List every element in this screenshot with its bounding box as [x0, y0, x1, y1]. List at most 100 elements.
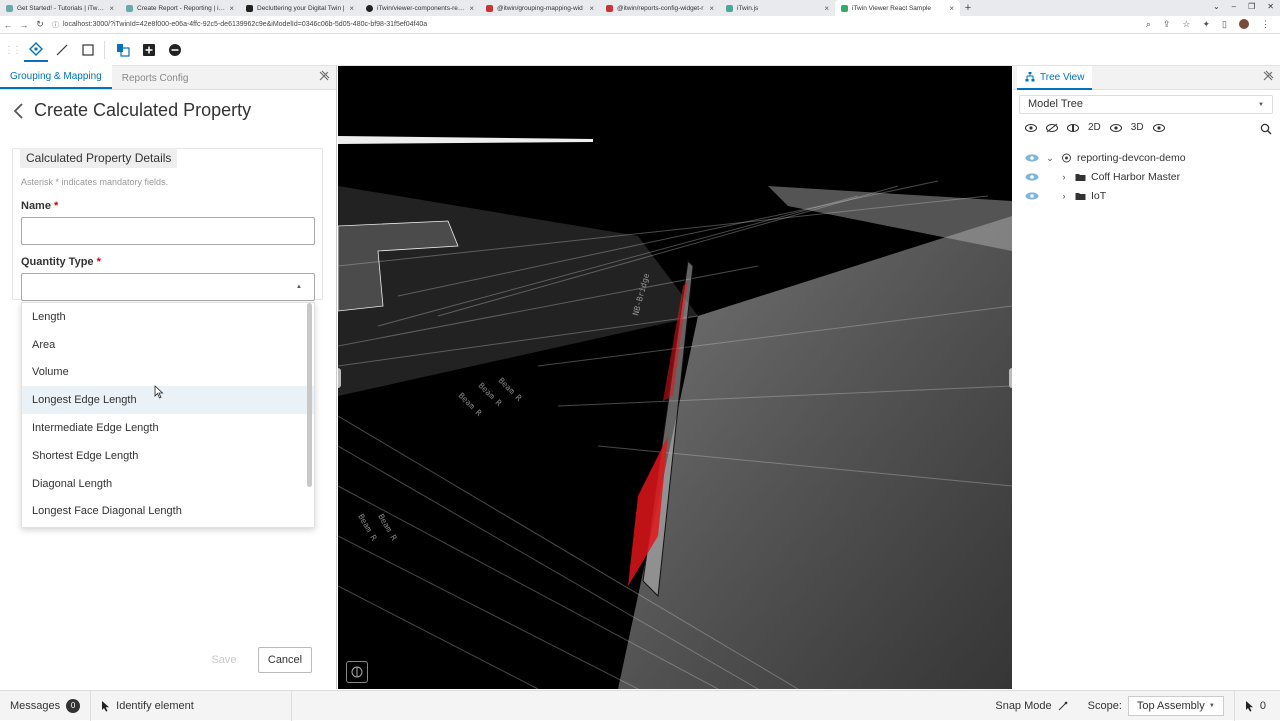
close-tab-icon[interactable]: ×	[589, 4, 594, 13]
close-tab-icon[interactable]: ×	[109, 4, 114, 13]
scope-select[interactable]: Top Assembly ▼	[1127, 695, 1224, 716]
toggle-3d-button[interactable]: 3D	[1131, 122, 1144, 133]
close-tab-icon[interactable]: ×	[709, 4, 714, 13]
menu-option-intermediate-edge-length[interactable]: Intermediate Edge Length	[22, 414, 314, 442]
browser-tab[interactable]: Decluttering your Digital Twin | ×	[240, 0, 360, 16]
add-button[interactable]	[137, 38, 161, 62]
zoom-icon[interactable]: ⌕	[1146, 19, 1151, 30]
favicon-icon	[841, 4, 848, 12]
menu-option-diagonal-length[interactable]: Diagonal Length	[22, 470, 314, 498]
pin-panel-icon[interactable]	[318, 70, 330, 82]
menu-option-longest-face-diagonal-length[interactable]: Longest Face Diagonal Length	[22, 498, 314, 526]
scope-label: Scope:	[1087, 699, 1122, 712]
quantity-type-menu: Length Area Volume Longest Edge Length I…	[21, 302, 315, 528]
menu-option-volume[interactable]: Volume	[22, 359, 314, 387]
close-window-icon[interactable]: ✕	[1267, 2, 1274, 11]
visibility-eye-icon[interactable]	[1025, 173, 1039, 181]
snap-mode-field[interactable]: Snap Mode	[985, 691, 1077, 721]
save-button[interactable]: Save	[201, 647, 247, 673]
hide-all-icon[interactable]	[1046, 123, 1058, 133]
tool-assistance[interactable]: Identify element	[91, 691, 291, 721]
forward-icon[interactable]: →	[16, 20, 32, 30]
page-title: Create Calculated Property	[34, 100, 252, 120]
browser-tab[interactable]: @itwin/reports-config-widget-r ×	[600, 0, 720, 16]
tree-type-select[interactable]: Model Tree ▼	[1019, 95, 1273, 114]
menu-icon[interactable]: ⋮	[1261, 19, 1270, 30]
tab-tree-view[interactable]: Tree View	[1017, 66, 1093, 90]
drag-handle-icon[interactable]: ⋮⋮	[4, 45, 22, 56]
favicon-icon	[126, 4, 133, 12]
view-2d-eye-icon[interactable]	[1109, 123, 1122, 132]
back-icon[interactable]: ←	[0, 20, 16, 30]
menu-option-length[interactable]: Length	[22, 303, 314, 331]
close-tab-icon[interactable]: ×	[469, 4, 474, 13]
browser-tab[interactable]: iTwin/viewer-components-react ×	[360, 0, 480, 16]
menu-option-longest-edge-length[interactable]: Longest Edge Length	[22, 386, 314, 415]
visibility-eye-icon[interactable]	[1025, 154, 1039, 162]
quantity-type-select[interactable]: ▲	[21, 273, 315, 301]
extensions-icon[interactable]: ✦	[1203, 19, 1211, 30]
quantity-type-label: Quantity Type *	[21, 256, 101, 268]
address-bar: ← → ↻ ⓘ localhost:3000/?iTwinId=42e8f000…	[0, 16, 1280, 34]
close-tab-icon[interactable]: ×	[349, 4, 354, 13]
pin-panel-icon[interactable]	[1262, 70, 1274, 82]
back-chevron-icon[interactable]	[12, 102, 26, 120]
close-tab-icon[interactable]: ×	[949, 4, 954, 13]
clip-tool-button[interactable]	[76, 38, 100, 62]
tab-reports-config[interactable]: Reports Config	[112, 73, 199, 89]
tree-node[interactable]: ⌄ reporting-devcon-demo	[1025, 149, 1186, 167]
browser-actions: ⌕ ⇪ ☆ ✦ ▯ ⋮	[1146, 19, 1270, 30]
chevron-right-icon[interactable]: ›	[1059, 191, 1069, 201]
select-tool-button[interactable]	[24, 38, 48, 62]
right-panel-resize-handle[interactable]	[1009, 368, 1012, 388]
folder-icon	[1075, 193, 1086, 200]
3d-viewport[interactable]: Beam R Beam R Beam R Beam R Beam R NB-Br…	[338, 66, 1012, 689]
tab-grouping-mapping[interactable]: Grouping & Mapping	[0, 65, 112, 89]
menu-scrollbar[interactable]	[307, 303, 312, 487]
show-all-icon[interactable]	[1025, 123, 1037, 132]
toggle-2d-button[interactable]: 2D	[1088, 122, 1101, 133]
chevron-right-icon[interactable]: ›	[1059, 172, 1069, 182]
maximize-icon[interactable]: ❐	[1248, 2, 1255, 11]
cancel-button[interactable]: Cancel	[258, 647, 312, 673]
measure-line-icon	[56, 44, 68, 56]
browser-tab[interactable]: @itwin/grouping-mapping-wid ×	[480, 0, 600, 16]
reload-icon[interactable]: ↻	[32, 19, 48, 30]
browser-tab[interactable]: Get Started! - Tutorials | iTwin Pl ×	[0, 0, 120, 16]
new-tab-button[interactable]: +	[960, 0, 976, 16]
selection-count[interactable]: 0	[1235, 691, 1280, 721]
url-field[interactable]: ⓘ localhost:3000/?iTwinId=42e8f000-e06a-…	[52, 20, 427, 30]
tree-node[interactable]: › IoT	[1025, 187, 1106, 205]
search-icon[interactable]	[1260, 123, 1272, 135]
grouping-tool-button[interactable]	[111, 38, 135, 62]
name-input[interactable]	[21, 217, 315, 245]
tab-label: Decluttering your Digital Twin |	[257, 4, 345, 12]
messages-count-badge: 0	[66, 698, 81, 713]
sidebar-icon[interactable]: ▯	[1222, 19, 1227, 30]
avatar[interactable]	[1239, 19, 1249, 29]
visibility-eye-icon[interactable]	[1025, 192, 1039, 200]
close-tab-icon[interactable]: ×	[824, 4, 829, 13]
messages-indicator[interactable]: Messages 0	[0, 691, 90, 721]
tree-node[interactable]: › Coff Harbor Master	[1025, 168, 1180, 186]
chevron-down-icon[interactable]: ⌄	[1045, 153, 1055, 164]
menu-option-shortest-edge-length[interactable]: Shortest Edge Length	[22, 442, 314, 470]
minimize-icon[interactable]: –	[1232, 2, 1236, 11]
navigation-cube[interactable]	[346, 661, 368, 683]
close-tab-icon[interactable]: ×	[229, 4, 234, 13]
tab-label: @itwin/grouping-mapping-wid	[497, 4, 583, 12]
dropdown-icon[interactable]: ⌄	[1213, 2, 1220, 11]
invert-icon[interactable]	[1067, 123, 1079, 133]
tab-tree-view-label: Tree View	[1040, 71, 1085, 83]
view-3d-eye-icon[interactable]	[1152, 123, 1165, 132]
browser-tab[interactable]: iTwin.js ×	[720, 0, 835, 16]
measure-tool-button[interactable]	[50, 38, 74, 62]
left-panel-resize-handle[interactable]	[338, 368, 341, 388]
remove-button[interactable]	[163, 38, 187, 62]
tab-label: iTwin/viewer-components-react	[377, 4, 466, 12]
browser-tab[interactable]: Create Report - Reporting | iTwi ×	[120, 0, 240, 16]
bookmark-star-icon[interactable]: ☆	[1182, 19, 1190, 30]
share-icon[interactable]: ⇪	[1163, 19, 1171, 30]
menu-option-area[interactable]: Area	[22, 331, 314, 359]
browser-tab-active[interactable]: iTwin Viewer React Sample ×	[835, 0, 960, 16]
